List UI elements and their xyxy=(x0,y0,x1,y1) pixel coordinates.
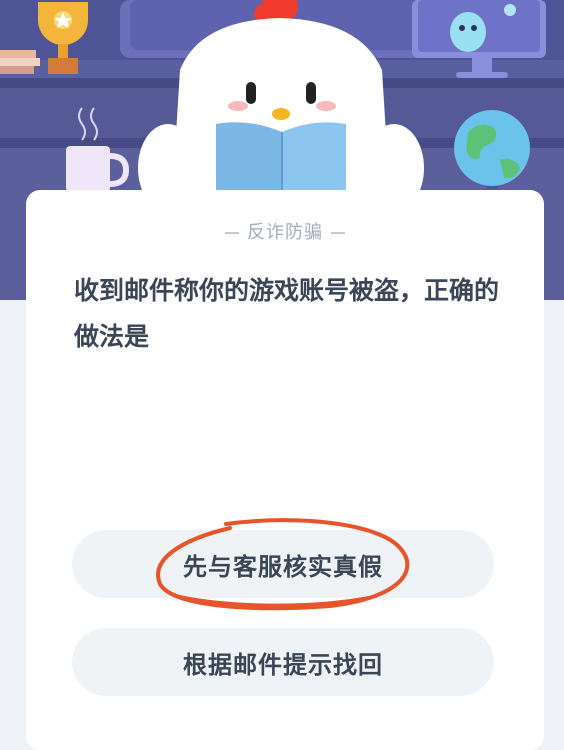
category-text: 反诈防骗 xyxy=(247,222,323,243)
option-a-button[interactable]: 先与客服核实真假 xyxy=(72,530,494,598)
left-dash xyxy=(225,232,239,234)
books-stack-icon xyxy=(0,50,40,74)
question-card: 反诈防骗 收到邮件称你的游戏账号被盗，正确的做法是 先与客服核实真假 根据邮件提… xyxy=(26,190,544,750)
option-a-label: 先与客服核实真假 xyxy=(183,552,383,581)
question-text: 收到邮件称你的游戏账号被盗，正确的做法是 xyxy=(74,276,500,351)
category-label: 反诈防骗 xyxy=(26,218,544,244)
right-dash xyxy=(331,232,345,234)
option-b-label: 根据邮件提示找回 xyxy=(183,650,383,679)
option-b-button[interactable]: 根据邮件提示找回 xyxy=(72,628,494,696)
